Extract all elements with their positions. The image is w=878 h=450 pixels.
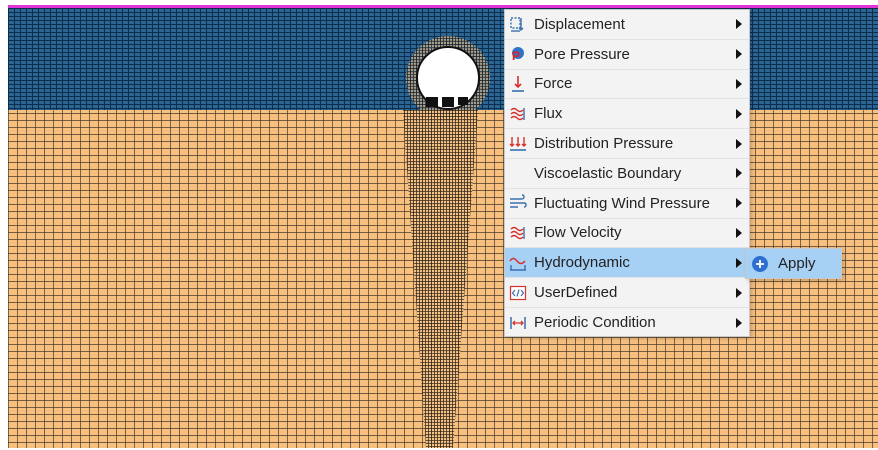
menu-item-label: Flow Velocity [534,224,622,242]
menu-item-label: Viscoelastic Boundary [534,164,682,182]
menu-item-flux[interactable]: Flux [505,99,749,130]
menu-item-flow-velocity[interactable]: Flow Velocity [505,219,749,249]
menu-item-label: Pore Pressure [534,45,630,63]
apply-icon [751,255,769,273]
flow-velocity-icon [508,223,528,243]
submenu-arrow-icon [736,257,742,268]
submenu-arrow-icon [736,317,742,328]
menu-item-label: Fluctuating Wind Pressure [534,194,710,212]
submenu-arrow-icon [736,287,742,298]
menu-item-label: Flux [534,105,563,123]
distribution-pressure-icon [508,134,528,154]
periodic-condition-icon [508,313,528,333]
submenu-arrow-icon [736,49,742,60]
submenu-arrow-icon [736,108,742,119]
hydrodynamic-submenu: Apply [745,248,842,279]
submenu-arrow-icon [736,138,742,149]
menu-item-user-defined[interactable]: UserDefined [505,278,749,308]
svg-text:P: P [512,49,520,63]
menu-item-pore-pressure[interactable]: P Pore Pressure [505,40,749,70]
submenu-item-apply[interactable]: Apply [746,249,841,278]
menu-item-viscoelastic-boundary[interactable]: Viscoelastic Boundary [505,159,749,189]
pore-pressure-icon: P [508,44,528,64]
wind-pressure-icon [508,193,528,213]
flux-icon [508,104,528,124]
menu-item-label: Force [534,75,573,93]
menu-item-label: Hydrodynamic [534,254,630,272]
hydrodynamic-icon [508,253,528,273]
submenu-arrow-icon [736,168,742,179]
menu-item-label: Periodic Condition [534,314,656,332]
submenu-arrow-icon [736,78,742,89]
submenu-arrow-icon [736,198,742,209]
menu-item-fluctuating-wind-pressure[interactable]: Fluctuating Wind Pressure [505,189,749,219]
submenu-item-label: Apply [778,255,816,272]
context-menu: Displacement P Pore Pressure Force Flux … [504,9,750,337]
menu-item-label: Displacement [534,15,625,33]
menu-item-distribution-pressure[interactable]: Distribution Pressure [505,129,749,159]
menu-item-force[interactable]: Force [505,70,749,100]
menu-item-label: UserDefined [534,284,618,302]
user-defined-icon [508,283,528,303]
submenu-arrow-icon [736,19,742,30]
displacement-icon [508,14,528,34]
menu-item-hydrodynamic[interactable]: Hydrodynamic [505,248,749,279]
force-icon [508,74,528,94]
menu-item-label: Distribution Pressure [534,135,674,153]
menu-item-displacement[interactable]: Displacement [505,10,749,40]
submenu-arrow-icon [736,227,742,238]
menu-item-periodic-condition[interactable]: Periodic Condition [505,308,749,338]
